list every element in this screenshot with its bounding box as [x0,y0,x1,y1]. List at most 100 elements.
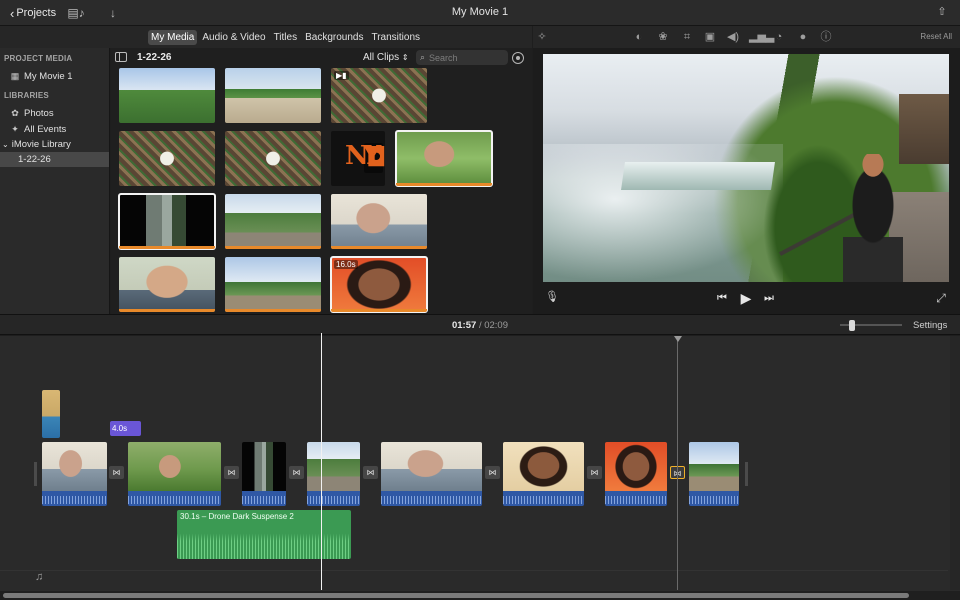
timeline-settings-button[interactable]: Settings [913,320,947,331]
music-note-icon: ♫ [35,571,44,583]
vertical-scrollbar[interactable] [950,336,960,590]
sidebar-item-photos[interactable]: ✿ Photos [0,106,109,121]
time-bar: 01:57 / 02:09 Settings [0,314,960,335]
horizontal-scrollbar-thumb[interactable] [3,593,909,598]
timeline-clip[interactable] [128,442,221,506]
microphone-icon[interactable]: 🎙︎ [545,290,559,304]
transition-icon[interactable]: ⋈ [485,466,500,479]
project-end-marker [674,336,682,342]
media-browser: 1-22-26 All Clips ⇕ ⌕ ▶▮ ◘ NY 16.0s [111,48,532,314]
clip-filter-dropdown[interactable]: All Clips ⇕ [363,52,409,63]
disclosure-triangle-icon[interactable]: ⌄ [2,140,9,149]
timeline-clip[interactable] [503,442,584,506]
waterfall [621,162,775,190]
sidebar-item-label: 1-22-26 [18,154,51,165]
video-filter-icon[interactable]: ● [796,30,810,44]
browser-clip[interactable] [225,68,321,123]
timeline-start-handle[interactable] [34,462,37,486]
timeline-clip[interactable] [42,442,107,506]
reset-all-button[interactable]: Reset All [920,32,952,41]
browser-clip[interactable] [225,194,321,249]
timecode: 01:57 / 02:09 [0,320,960,331]
sidebar-item-imovie-library[interactable]: ⌄ iMovie Library [0,137,109,152]
color-correction-icon[interactable]: ❀ [656,30,670,44]
clip-audio-waveform [689,491,739,506]
color-balance-icon[interactable]: ◐ [632,30,646,44]
photos-icon: ✿ [11,108,19,118]
transition-icon[interactable]: ⋈ [363,466,378,479]
total-time: 02:09 [484,320,508,331]
browser-photo[interactable]: ◘ NY [331,131,385,186]
timeline-clip[interactable] [307,442,360,506]
clip-audio-waveform [381,491,482,506]
search-field[interactable]: ⌕ [416,50,508,65]
sidebar-item-my-movie[interactable]: ▦ My Movie 1 [0,69,109,84]
title-bar: ‹ Projects ▤♪ ↓ My Movie 1 ⇧ [0,0,960,26]
browser-clip[interactable] [331,194,427,249]
tab-audio-video[interactable]: Audio & Video [199,30,268,45]
info-icon[interactable]: ⓘ [819,30,833,44]
tab-my-media[interactable]: My Media [148,30,198,45]
browser-clip[interactable] [395,130,493,187]
clip-audio-waveform [128,491,221,506]
event-title: 1-22-26 [137,52,172,63]
music-well-divider [0,570,948,571]
transition-icon[interactable]: ⋈ [587,466,602,479]
browser-clip[interactable] [119,131,215,186]
sidebar-item-event[interactable]: 1-22-26 [0,152,109,167]
transition-icon[interactable]: ⋈ [224,466,239,479]
browser-clip[interactable] [119,68,215,123]
star-icon: ✦ [11,124,19,134]
browser-header: 1-22-26 All Clips ⇕ ⌕ [111,48,532,66]
title-duration-tag[interactable]: 4.0s [110,421,141,436]
playhead[interactable] [321,333,322,590]
skip-back-icon[interactable]: ⏮︎ [716,291,728,305]
sidebar-toggle-icon[interactable] [115,52,127,62]
zoom-slider-knob[interactable] [849,320,855,331]
timeline-clip[interactable] [242,442,286,506]
timeline-clip[interactable] [689,442,739,506]
clip-video [242,442,286,491]
title-clip[interactable] [42,390,60,438]
clip-audio-waveform [307,491,360,506]
crop-icon[interactable]: ⌗ [680,30,694,44]
magic-wand-icon[interactable]: ✧ [535,30,549,44]
timeline-clip[interactable] [381,442,482,506]
share-icon[interactable]: ⇧ [934,5,950,21]
libraries-sidebar: PROJECT MEDIA ▦ My Movie 1 LIBRARIES ✿ P… [0,48,110,314]
volume-icon[interactable]: ◀) [726,30,740,44]
adjustments-bar [533,26,960,48]
transition-icon[interactable]: ⋈ [289,466,304,479]
background-music-clip[interactable]: 30.1s – Drone Dark Suspense 2 [177,510,351,559]
timeline-clip[interactable] [605,442,667,506]
search-input[interactable] [429,52,500,63]
horizontal-scrollbar[interactable] [0,591,960,600]
fullscreen-icon[interactable]: ⤢ [934,291,948,305]
tab-titles[interactable]: Titles [271,30,301,45]
browser-settings-icon[interactable] [512,52,524,64]
play-icon[interactable]: ▶ [739,291,753,305]
browser-clip[interactable] [119,257,215,312]
video-preview[interactable] [543,54,949,282]
clip-video [689,442,739,491]
browser-clip[interactable] [225,131,321,186]
skip-forward-icon[interactable]: ⏭︎ [763,291,775,305]
clip-audio-waveform [242,491,286,506]
clip-video [42,442,107,491]
project-end-line [677,336,678,590]
transition-icon[interactable]: ⋈ [109,466,124,479]
equalizer-icon[interactable]: ▂▅▃ [749,30,774,44]
sidebar-item-all-events[interactable]: ✦ All Events [0,122,109,137]
browser-clip[interactable]: ▶▮ [331,68,427,123]
speed-icon[interactable]: ◔ [772,30,786,44]
clip-video [381,442,482,491]
clip-duration-badge: 16.0s [334,260,358,269]
tab-backgrounds[interactable]: Backgrounds [302,30,366,45]
stabilization-icon[interactable]: ▣ [703,30,717,44]
browser-clip[interactable]: 16.0s [330,256,428,313]
tab-transitions[interactable]: Transitions [368,30,423,45]
browser-clip[interactable] [118,193,216,250]
timeline-end-handle[interactable] [745,462,748,486]
project-media-header: PROJECT MEDIA [4,54,73,63]
browser-clip[interactable] [225,257,321,312]
